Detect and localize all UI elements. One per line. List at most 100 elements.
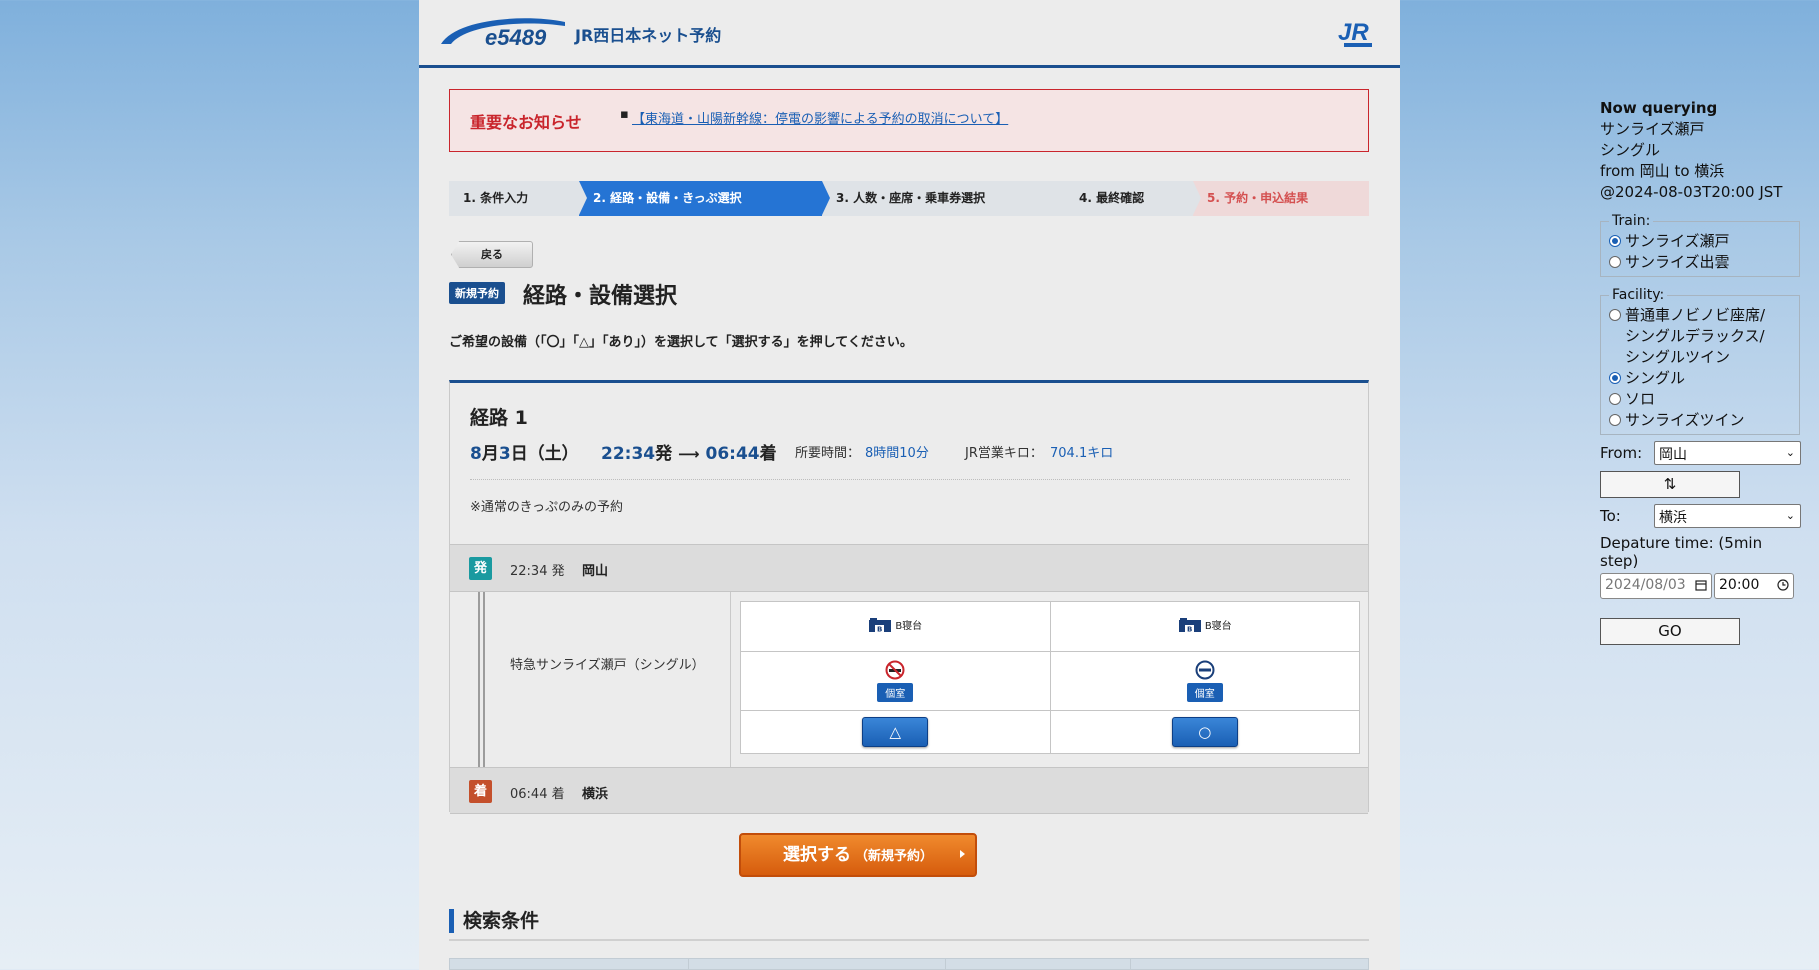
important-notice: 重要なお知らせ ▪ 【東海道・山陽新幹線：停電の影響による予約の取消について】 [449, 89, 1369, 152]
svg-text:B: B [1187, 625, 1192, 633]
train-option[interactable]: サンライズ瀬戸 [1609, 231, 1791, 252]
option-label: サンライズ出雲 [1625, 253, 1730, 271]
step-label: 5. 予約・申込結果 [1207, 191, 1309, 205]
private-room-badge: 個室 [1186, 683, 1223, 702]
search-conditions-title: 検索条件 [449, 909, 539, 933]
facility-select-cell: ○ [1049, 710, 1360, 754]
calendar-icon[interactable] [1695, 579, 1707, 591]
date-day-unit: 日（土） [510, 444, 579, 464]
to-value: 横浜 [1659, 510, 1687, 526]
chevron-down-icon: ⌄ [1785, 446, 1795, 459]
from-label: From: [1600, 444, 1643, 462]
facility-room-cell: 個室 [740, 651, 1051, 711]
facility-type: B寝台 [1204, 621, 1232, 632]
track-line [483, 592, 485, 767]
radio-button[interactable] [1609, 256, 1621, 268]
step-label: 4. 最終確認 [1079, 191, 1145, 205]
date-input[interactable]: 2024/08/03 [1600, 573, 1712, 599]
svg-text:B: B [877, 625, 882, 633]
go-button[interactable]: GO [1600, 618, 1740, 645]
route-note: ※通常のきっぷのみの予約 [470, 500, 623, 515]
time-input[interactable]: 20:00 [1714, 573, 1794, 599]
radio-button[interactable] [1609, 414, 1621, 426]
availability-button[interactable]: △ [862, 717, 929, 747]
departure-time: 22:34 発 [510, 564, 565, 579]
bed-b-icon: B [869, 617, 892, 633]
route-dep-time: 22:34 [601, 444, 656, 464]
step-2-active: 2. 経路・設備・きっぷ選択 [579, 181, 830, 216]
jr-logo-text: JR [1338, 19, 1369, 46]
radio-button[interactable] [1609, 372, 1621, 384]
arrow-right-icon: ⟶ [678, 445, 700, 463]
divider [449, 939, 1369, 941]
train-option[interactable]: サンライズ出雲 [1609, 252, 1791, 273]
conditions-table [449, 958, 1369, 970]
select-submit-button[interactable]: 選択する （新規予約） [739, 833, 977, 877]
swap-stations-button[interactable]: ⇅ [1600, 471, 1740, 498]
submit-main-label: 選択する [782, 845, 851, 865]
logo-text: e5489 [485, 25, 547, 50]
from-value: 岡山 [1659, 447, 1687, 463]
notice-link[interactable]: 【東海道・山陽新幹線：停電の影響による予約の取消について】 [632, 108, 1008, 127]
step-4: 4. 最終確認 [1065, 181, 1201, 216]
radio-button[interactable] [1609, 393, 1621, 405]
notice-bullet-icon: ▪ [620, 107, 629, 122]
query-facility: シングル [1600, 141, 1661, 159]
option-label: 普通車ノビノビ座席/シングルデラックス/シングルツイン [1625, 306, 1766, 366]
train-section: 特急サンライズ瀬戸（シングル） B B寝台 B B寝台 個室 個室 △ ○ [450, 592, 1368, 767]
train-name: 特急サンライズ瀬戸（シングル） [510, 658, 705, 673]
distance-label: JR営業キロ： [965, 446, 1043, 461]
to-select[interactable]: 横浜 ⌄ [1654, 504, 1801, 528]
private-room-badge: 個室 [877, 683, 914, 702]
date-value: 2024/08/03 [1605, 577, 1686, 593]
route-card: 経路 1 8月3日（土） 22:34発 ⟶ 06:44着 所要時間： 8時間10… [449, 380, 1369, 814]
departure-icon: 発 [469, 557, 492, 580]
progress-steps: 1. 条件入力 2. 経路・設備・きっぷ選択 3. 人数・座席・乗車券選択 4.… [449, 181, 1369, 216]
from-select[interactable]: 岡山 ⌄ [1654, 441, 1801, 465]
facility-option[interactable]: サンライズツイン [1609, 410, 1791, 431]
bed-b-icon: B [1178, 617, 1201, 633]
e5489-logo[interactable]: e5489 [437, 12, 567, 52]
arrival-time: 06:44 着 [510, 787, 565, 802]
distance-value: 704.1キロ [1050, 446, 1114, 461]
main-page: e5489 JR西日本ネット予約 JR 重要なお知らせ ▪ 【東海道・山陽新幹線… [419, 0, 1400, 970]
back-button[interactable]: 戻る [451, 241, 533, 268]
site-header: e5489 JR西日本ネット予約 JR [419, 0, 1400, 68]
departure-time-label: Depature time: (5min step) [1600, 534, 1763, 570]
step-label: 3. 人数・座席・乗車券選択 [836, 191, 986, 205]
query-panel: Now querying サンライズ瀬戸 シングル from 岡山 to 横浜 … [1600, 98, 1805, 645]
date-day: 3 [498, 444, 511, 464]
facility-option[interactable]: 普通車ノビノビ座席/シングルデラックス/シングルツイン [1609, 305, 1791, 368]
departure-station: 岡山 [582, 564, 609, 579]
route-title: 経路 1 [470, 407, 528, 429]
no-entry-icon [1195, 660, 1215, 680]
route-dep-suffix: 発 [655, 444, 673, 464]
facility-legend: Facility: [1612, 287, 1665, 303]
facility-fieldset: Facility: 普通車ノビノビ座席/シングルデラックス/シングルツイン シン… [1600, 287, 1800, 435]
step-label: 2. 経路・設備・きっぷ選択 [593, 191, 742, 205]
new-reservation-badge: 新規予約 [449, 282, 505, 304]
facility-option[interactable]: ソロ [1609, 389, 1791, 410]
to-label: To: [1600, 507, 1621, 525]
route-times: 22:34発 ⟶ 06:44着 [601, 439, 777, 464]
radio-button[interactable] [1609, 309, 1621, 321]
option-label: シングル [1625, 369, 1686, 387]
query-heading: Now querying [1600, 99, 1718, 117]
divider [730, 592, 731, 767]
table-cell [1130, 959, 1131, 970]
facility-option[interactable]: シングル [1609, 368, 1791, 389]
option-label: ソロ [1625, 390, 1656, 408]
page-title: 経路・設備選択 [523, 284, 678, 309]
radio-button[interactable] [1609, 235, 1621, 247]
track-line [478, 592, 480, 767]
arrival-station: 横浜 [582, 787, 609, 802]
facility-type-cell: B B寝台 [740, 601, 1051, 652]
departure-row: 発 22:34 発 岡山 [450, 544, 1368, 592]
clock-icon[interactable] [1777, 579, 1789, 591]
submit-sub-label: （新規予約） [854, 849, 933, 864]
route-arr-suffix: 着 [759, 444, 777, 464]
no-smoking-icon [885, 660, 905, 680]
notice-title: 重要なお知らせ [470, 113, 582, 132]
duration-value: 8時間10分 [865, 446, 929, 461]
availability-button[interactable]: ○ [1171, 717, 1238, 747]
